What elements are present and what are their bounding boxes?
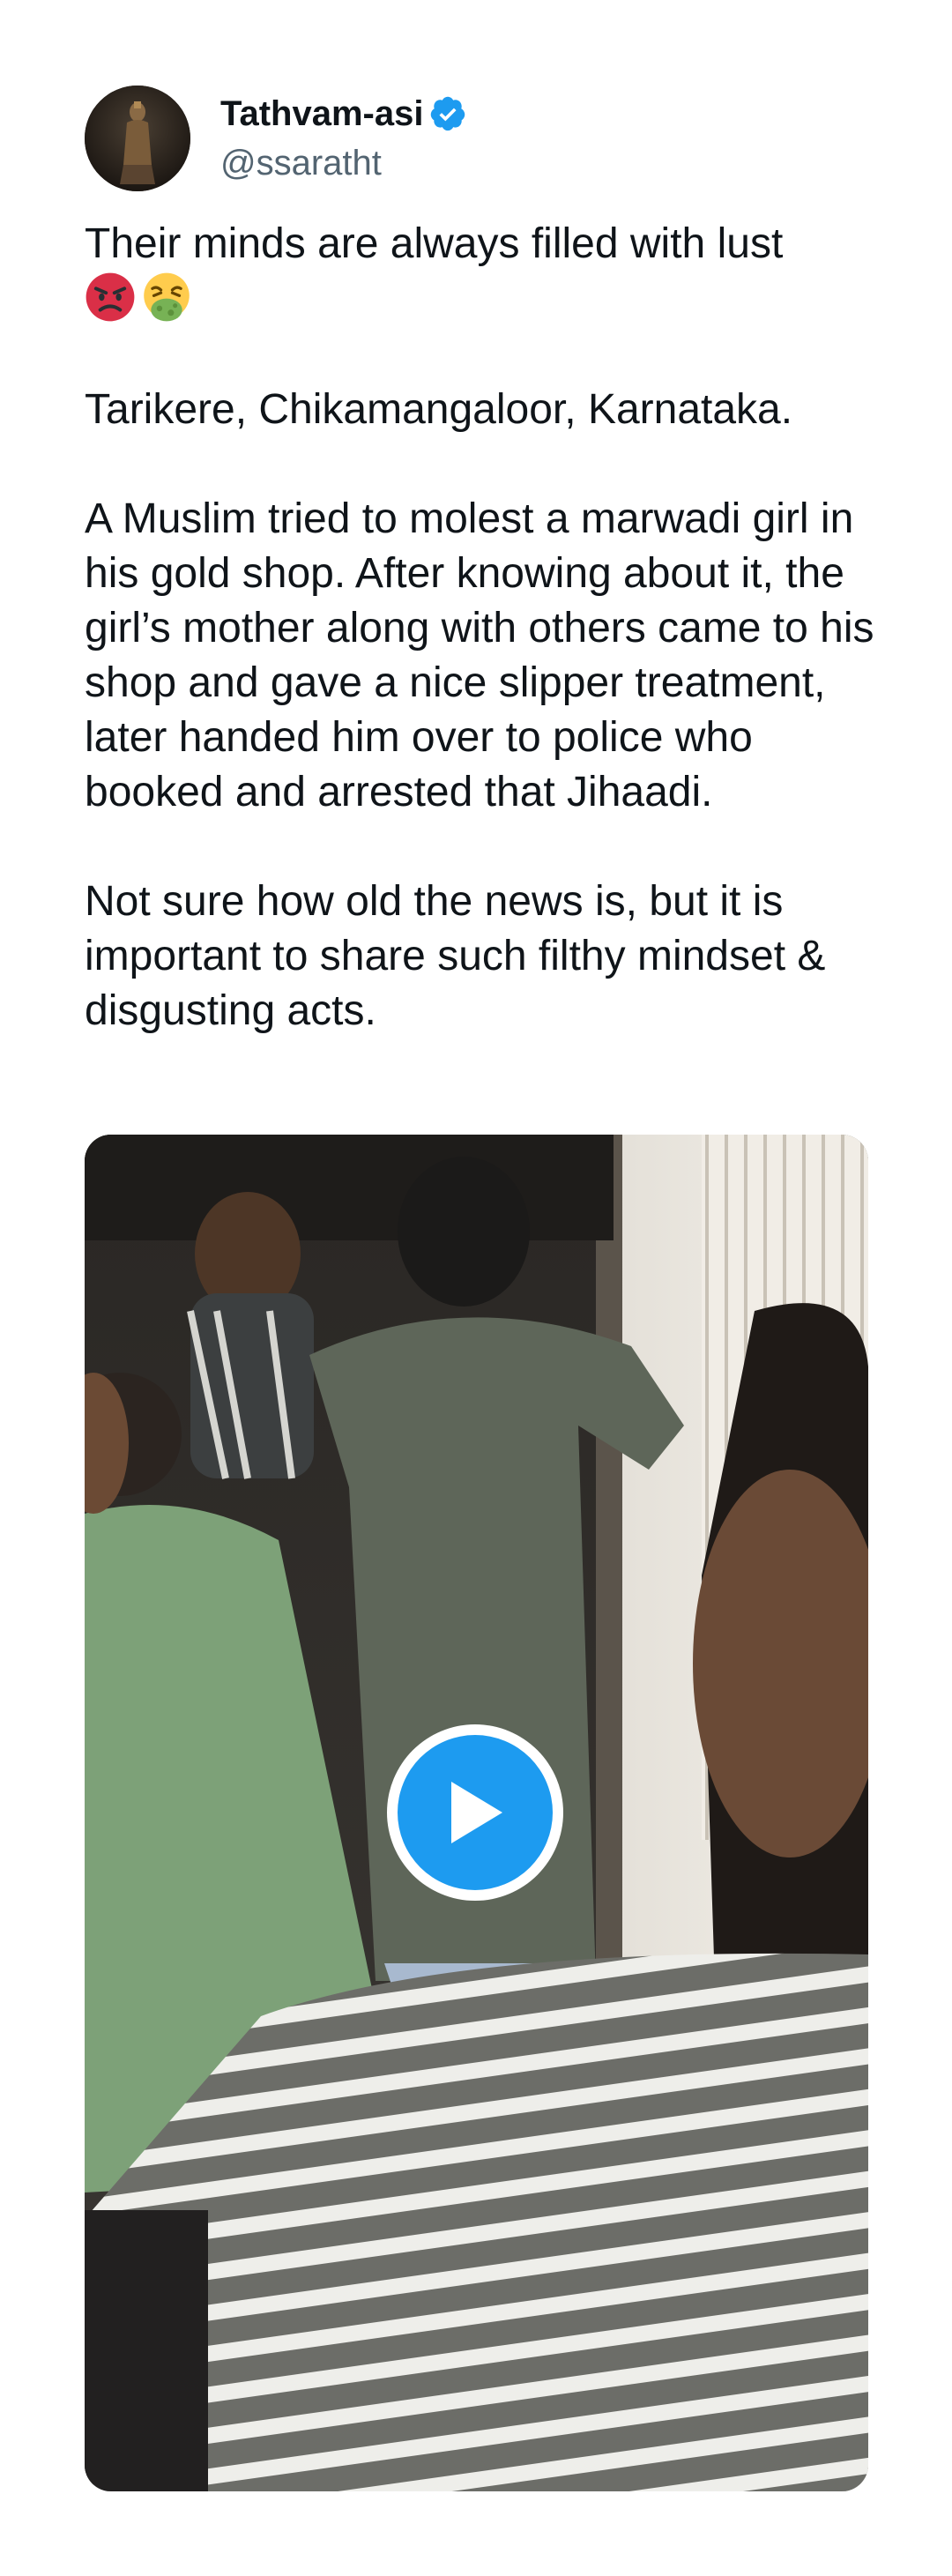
- play-button-inner: [398, 1735, 553, 1890]
- angry-face-emoji: [86, 272, 135, 322]
- play-icon: [451, 1782, 502, 1843]
- tweet-text: Their minds are always filled with lust: [85, 217, 878, 1039]
- tweet-intro-text: Their minds are always filled with lust: [85, 220, 784, 267]
- tweet-line-1: Their minds are always filled with lust: [85, 217, 878, 328]
- avatar[interactable]: [85, 86, 190, 191]
- face-with-symbols-vomit-emoji: [144, 272, 190, 322]
- author-names: Tathvam-asi @ssaratht: [220, 91, 467, 186]
- tweet-card: Tathvam-asi @ssaratht Their minds are al…: [0, 0, 952, 2576]
- play-button[interactable]: [387, 1724, 563, 1901]
- display-name[interactable]: Tathvam-asi: [220, 91, 423, 137]
- tweet-location: Tarikere, Chikamangaloor, Karnataka.: [85, 386, 793, 433]
- tweet-body: A Muslim tried to molest a marwadi girl …: [85, 495, 874, 815]
- tweet-closing: Not sure how old the news is, but it is …: [85, 878, 826, 1034]
- user-handle[interactable]: @ssaratht: [220, 140, 467, 186]
- verified-badge-icon: [431, 96, 465, 131]
- video-thumbnail[interactable]: [85, 1135, 868, 2491]
- display-name-row: Tathvam-asi: [220, 91, 467, 137]
- tweet-header: Tathvam-asi @ssaratht: [85, 85, 467, 192]
